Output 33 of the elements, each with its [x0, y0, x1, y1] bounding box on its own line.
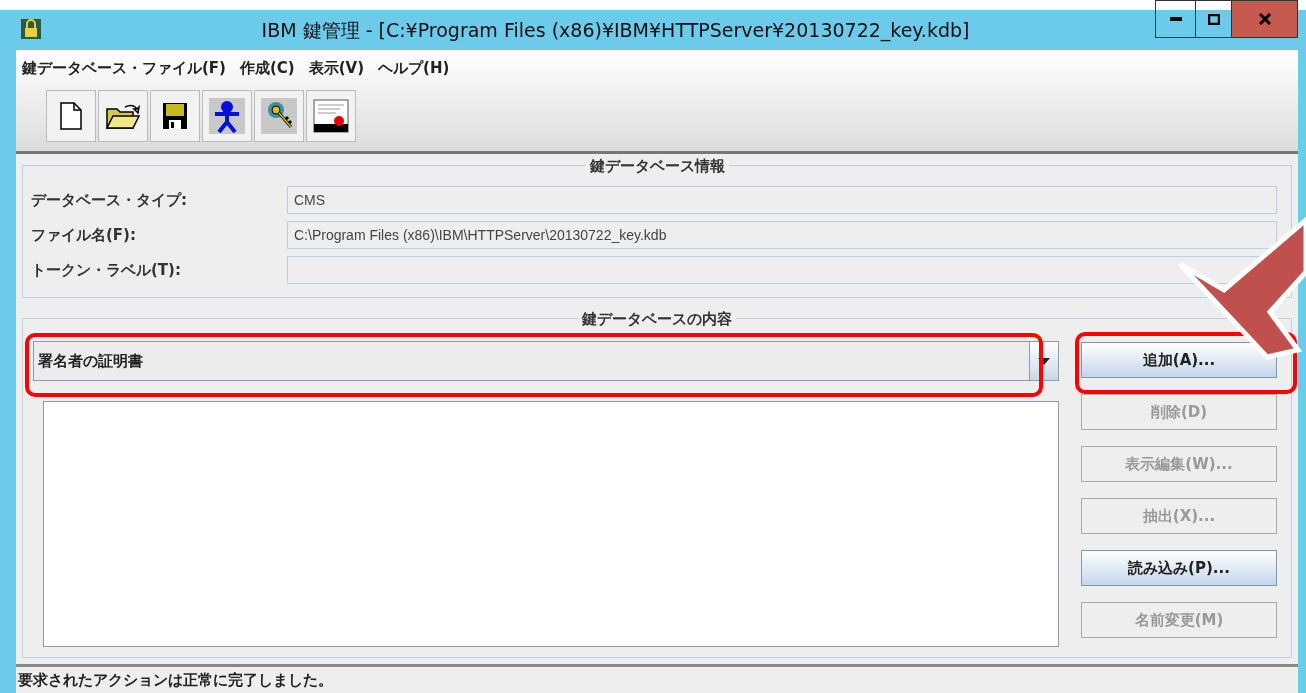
window-title: IBM 鍵管理 - [C:¥Program Files (x86)¥IBM¥HTTPServer¥20130722_key.kdb] — [261, 17, 970, 44]
key-icon — [261, 98, 297, 134]
action-button[interactable]: 追加(A)... — [1081, 342, 1277, 378]
toolbar-button[interactable] — [306, 90, 356, 142]
maximize-button[interactable] — [1195, 0, 1232, 38]
field-value: C:\Program Files (x86)\IBM\HTTPServer\20130722_key.kdb — [294, 225, 667, 245]
toolbar-button[interactable] — [254, 90, 304, 142]
field-label: ファイル名(F): — [31, 224, 137, 246]
group-title: 鍵データベース情報 — [585, 156, 729, 176]
menu-item[interactable]: 作成(C) — [239, 56, 295, 80]
menu-item[interactable]: ヘルプ(H) — [378, 56, 450, 80]
close-icon — [1257, 13, 1272, 25]
menu-item[interactable]: 鍵データベース・ファイル(F) — [22, 56, 226, 80]
minimize-button[interactable] — [1155, 0, 1195, 38]
menu-item[interactable]: 表示(V) — [308, 56, 365, 80]
close-button[interactable] — [1232, 0, 1298, 38]
field-label: トークン・ラベル(T): — [31, 259, 182, 281]
certificate-icon — [313, 99, 349, 133]
status-text: 要求されたアクションは正常に完了しました。 — [18, 669, 333, 691]
new-document-icon — [58, 101, 84, 131]
field-label: データベース・タイプ: — [31, 189, 188, 211]
minimize-icon — [1169, 17, 1182, 21]
toolbar-button[interactable] — [98, 90, 148, 142]
group-title: 鍵データベースの内容 — [578, 309, 736, 329]
toolbar-button[interactable] — [202, 90, 252, 142]
person-icon — [209, 98, 245, 134]
toolbar-button[interactable] — [46, 90, 96, 142]
action-button[interactable]: 読み込み(P)... — [1081, 550, 1277, 586]
maximize-icon — [1207, 13, 1220, 25]
lock-icon — [20, 18, 42, 40]
toolbar-button[interactable] — [150, 90, 200, 142]
field-value: CMS — [294, 190, 326, 210]
dropdown-caret-icon — [1038, 357, 1050, 365]
